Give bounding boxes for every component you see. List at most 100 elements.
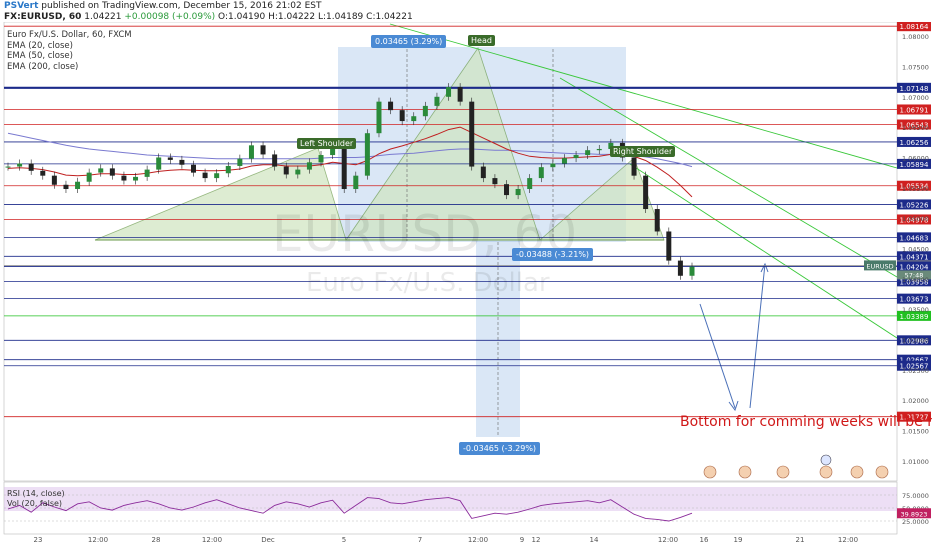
candle-body: [677, 260, 683, 276]
y-tick-label: 1.08000: [902, 33, 929, 41]
candle-body: [40, 170, 46, 176]
x-tick-label: 16: [700, 536, 709, 544]
x-tick-label: 14: [590, 536, 599, 544]
candle-body: [28, 163, 34, 171]
candle-body: [596, 148, 602, 151]
level-label: 1.06791: [900, 106, 929, 114]
candle-body: [515, 189, 521, 196]
candle-body: [399, 110, 405, 122]
high-value: H:1.04222: [268, 12, 316, 22]
candle-body: [631, 157, 637, 176]
candle-body: [364, 133, 370, 176]
x-tick-label: 19: [734, 536, 743, 544]
level-label: 1.06256: [900, 139, 929, 147]
candle-body: [643, 175, 649, 210]
candle-body: [248, 145, 254, 159]
rsi-tick-label: 25.0000: [902, 518, 929, 526]
candle-body: [167, 157, 173, 160]
legend-ema200: EMA (200, close): [7, 61, 79, 72]
candle-body: [51, 175, 57, 185]
candle-body: [654, 209, 660, 232]
y-tick-label: 1.05000: [902, 215, 929, 223]
measure-top-label: 0.03465 (3.29%): [371, 35, 447, 48]
y-tick-label: 1.02000: [902, 397, 929, 405]
last-price: 1.04221: [84, 12, 122, 22]
candle-body: [202, 172, 208, 179]
x-tick-label: 7: [418, 536, 422, 544]
candle-body: [492, 178, 498, 185]
candle-body: [306, 162, 312, 170]
x-tick-label: 28: [152, 536, 161, 544]
candle-body: [538, 167, 544, 179]
y-tick-label: 1.07000: [902, 94, 929, 102]
open-value: O:1.04190: [218, 12, 266, 22]
candle-body: [63, 184, 69, 190]
y-tick-label: 1.04000: [902, 276, 929, 284]
candle-body: [469, 101, 475, 167]
measure-bottom-label: -0.03465 (-3.29%): [459, 442, 541, 455]
y-tick-label: 1.06000: [902, 154, 929, 162]
x-tick-label: 5: [342, 536, 346, 544]
y-tick-label: 1.05500: [902, 185, 929, 193]
level-label: 1.04204: [900, 263, 929, 271]
y-tick-label: 1.04500: [902, 245, 929, 253]
symbol-label: FX:EURUSD, 60: [4, 12, 82, 22]
candle-body: [341, 144, 347, 190]
y-tick-label: 1.03500: [902, 306, 929, 314]
candle-body: [5, 166, 11, 168]
rsi-tick-label: 75.0000: [902, 492, 929, 500]
candle-body: [411, 116, 417, 122]
candle-body: [260, 145, 266, 155]
candle-body: [527, 178, 533, 190]
candle-body: [388, 101, 394, 111]
y-tick-label: 1.02500: [902, 367, 929, 375]
rsi-legend: RSI (14, close) Vol (20, false): [7, 489, 65, 509]
candle-body: [214, 173, 220, 179]
candle-body: [550, 163, 556, 168]
candle-body: [666, 231, 672, 261]
header-line-2: FX:EURUSD, 60 1.04221 +0.00098 (+0.09%) …: [4, 12, 413, 22]
x-tick-label: 12:00: [658, 536, 678, 544]
price-change: +0.00098 (+0.09%): [124, 12, 216, 22]
candle-body: [272, 154, 278, 167]
candle-body: [457, 87, 463, 102]
x-tick-label: 12:00: [88, 536, 108, 544]
published-text: published on TradingView.com, December 1…: [41, 1, 322, 11]
measure-mid-label: -0.03488 (-3.21%): [512, 248, 594, 261]
candle-body: [144, 169, 150, 177]
candle-body: [156, 157, 162, 170]
legend-ema20: EMA (20, close): [7, 40, 73, 51]
level-label: 1.05226: [900, 201, 929, 209]
low-value: L:1.04189: [318, 12, 364, 22]
level-label: 1.04683: [900, 234, 929, 242]
level-label: 1.08164: [900, 23, 929, 31]
candle-body: [689, 266, 695, 276]
candle-body: [17, 163, 23, 167]
y-tick-label: 1.07500: [902, 63, 929, 71]
candle-body: [585, 150, 591, 156]
candle-body: [561, 158, 567, 164]
candle-body: [225, 165, 231, 174]
candle-body: [353, 175, 359, 190]
rsi-overbought-band: [4, 487, 897, 511]
x-tick-label: Dec: [261, 536, 275, 544]
candle-body: [75, 181, 81, 190]
x-tick-label: 9: [520, 536, 524, 544]
candle-body: [422, 105, 428, 117]
candle-body: [133, 176, 139, 181]
legend-ema50: EMA (50, close): [7, 51, 73, 61]
rsi-value-label: 39.8923: [901, 510, 928, 518]
candle-body: [190, 164, 196, 173]
left-shoulder-label: Left Shoulder: [297, 138, 357, 149]
candle-body: [121, 175, 127, 181]
candle-body: [109, 168, 115, 176]
y-tick-label: 1.01000: [902, 458, 929, 466]
rsi-label: RSI (14, close): [7, 489, 65, 498]
close-value: C:1.04221: [366, 12, 413, 22]
legend-title: Euro Fx/U.S. Dollar, 60, FXCM: [7, 30, 132, 40]
author-name[interactable]: PSVert: [4, 1, 38, 11]
candle-body: [446, 87, 452, 97]
level-label: 1.07148: [900, 85, 929, 93]
annotation-note: Bottom for comming weeks will be h: [680, 414, 932, 430]
candle-body: [237, 158, 243, 166]
